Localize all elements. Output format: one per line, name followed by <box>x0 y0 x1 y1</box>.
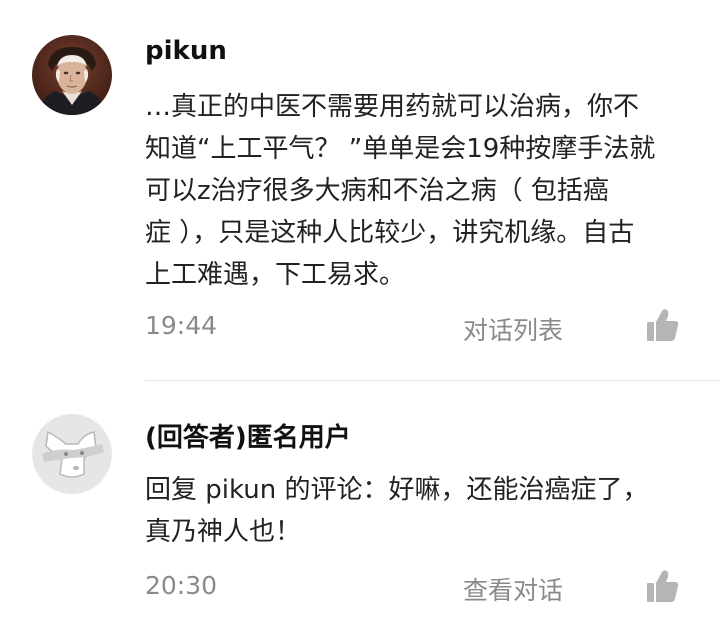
username[interactable]: (回答者)匿名用户 <box>145 417 351 454</box>
comment-text-line: …真正的中医不需要用药就可以治病，你不 <box>145 92 640 122</box>
comment-item: pikun …真正的中医不需要用药就可以治病，你不 知道“上工平气？ ”单单是会… <box>0 0 720 380</box>
comment-text-line: 回复 pikun 的评论：好嘛，还能治癌症了， <box>145 475 649 505</box>
portrait-avatar-icon <box>32 35 112 115</box>
view-conversation-button[interactable]: 查看对话 <box>463 571 563 607</box>
comment-text-line: 上工难遇，下工易求。 <box>145 260 406 290</box>
username[interactable]: pikun <box>145 36 227 66</box>
like-button[interactable] <box>644 567 682 605</box>
anonymous-mask-avatar-icon <box>32 414 112 494</box>
comment-time: 19:44 <box>145 311 218 340</box>
comment-text-line: 知道“上工平气？ ”单单是会19种按摩手法就 <box>145 134 656 164</box>
comment-text-line: 可以z治疗很多大病和不治之病（ 包括癌 <box>145 176 609 206</box>
comment-text-line: 症 ），只是这种人比较少，讲究机缘。自古 <box>145 218 635 248</box>
thumbs-up-icon <box>647 570 679 602</box>
conversation-list-button[interactable]: 对话列表 <box>463 311 563 347</box>
comment-item: (回答者)匿名用户 回复 pikun 的评论：好嘛，还能治癌症了， 真乃神人也！… <box>0 381 720 625</box>
user-avatar[interactable] <box>32 414 112 494</box>
comment-text: …真正的中医不需要用药就可以治病，你不 知道“上工平气？ ”单单是会19种按摩手… <box>145 86 690 296</box>
comment-text-line: 真乃神人也！ <box>145 517 302 547</box>
comment-text: 回复 pikun 的评论：好嘛，还能治癌症了， 真乃神人也！ <box>145 469 690 553</box>
like-button[interactable] <box>644 306 682 344</box>
comment-time: 20:30 <box>145 571 218 600</box>
thumbs-up-icon <box>647 309 679 341</box>
user-avatar[interactable] <box>32 35 112 115</box>
